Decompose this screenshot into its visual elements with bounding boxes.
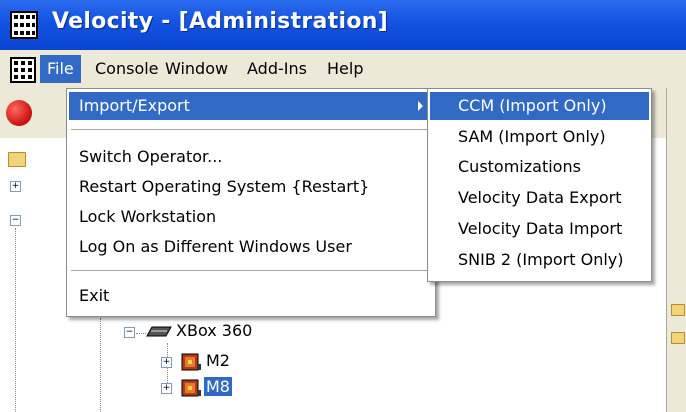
menu-help[interactable]: Help (320, 55, 370, 83)
menu-separator (71, 129, 431, 130)
tree-item-xbox-360[interactable]: XBox 360 (176, 321, 252, 340)
menu-item-exit[interactable]: Exit (69, 282, 433, 310)
triangle-right-icon (418, 101, 423, 111)
menu-bar: File Console Window Add-Ins Help (0, 50, 686, 88)
right-panel-edge (666, 88, 686, 412)
menu-item-switch-operator[interactable]: Switch Operator... (69, 143, 433, 171)
submenu-item-customizations[interactable]: Customizations (430, 153, 649, 181)
tree-connector (136, 333, 146, 334)
collapse-icon[interactable]: − (124, 327, 135, 338)
expand-icon[interactable]: + (161, 357, 172, 368)
document-system-icon[interactable] (10, 57, 36, 87)
folder-icon (671, 304, 685, 316)
menu-separator (71, 270, 431, 271)
window-title: Velocity - [Administration] (52, 9, 389, 34)
menu-add-ins[interactable]: Add-Ins (240, 55, 314, 83)
menu-window[interactable]: Window (158, 55, 235, 83)
submenu-item-snib2-import[interactable]: SNIB 2 (Import Only) (430, 246, 649, 274)
tree-item-m8[interactable]: M8 (204, 377, 232, 396)
menu-item-log-on-different-user[interactable]: Log On as Different Windows User (69, 233, 433, 261)
import-export-submenu: CCM (Import Only) SAM (Import Only) Cust… (427, 88, 652, 282)
expand-icon[interactable]: + (10, 181, 21, 192)
file-menu-dropdown: Import/Export Switch Operator... Restart… (66, 88, 436, 317)
menu-item-lock-workstation[interactable]: Lock Workstation (69, 203, 433, 231)
folder-icon (671, 332, 685, 344)
menu-file[interactable]: File (40, 55, 81, 83)
grid-app-icon (10, 11, 38, 43)
submenu-item-velocity-data-import[interactable]: Velocity Data Import (430, 215, 649, 243)
controller-icon (180, 352, 202, 372)
tree-connector (100, 318, 101, 412)
red-circle-icon[interactable] (6, 100, 32, 126)
tree-connector (15, 228, 16, 412)
xbox-device-icon (146, 324, 172, 344)
controller-icon (180, 378, 202, 398)
tree-item-m2[interactable]: M2 (206, 351, 230, 370)
expand-icon[interactable]: + (161, 383, 172, 394)
submenu-item-sam-import[interactable]: SAM (Import Only) (430, 123, 649, 151)
title-bar: Velocity - [Administration] (0, 0, 686, 50)
submenu-item-velocity-data-export[interactable]: Velocity Data Export (430, 184, 649, 212)
menu-item-restart-os[interactable]: Restart Operating System {Restart} (69, 173, 433, 201)
import-export-label: Import/Export (79, 96, 190, 115)
collapse-icon[interactable]: − (10, 215, 21, 226)
submenu-item-ccm-import[interactable]: CCM (Import Only) (430, 92, 649, 120)
menu-console[interactable]: Console (88, 55, 166, 83)
folder-icon (8, 152, 26, 167)
menu-item-import-export[interactable]: Import/Export (69, 92, 433, 120)
